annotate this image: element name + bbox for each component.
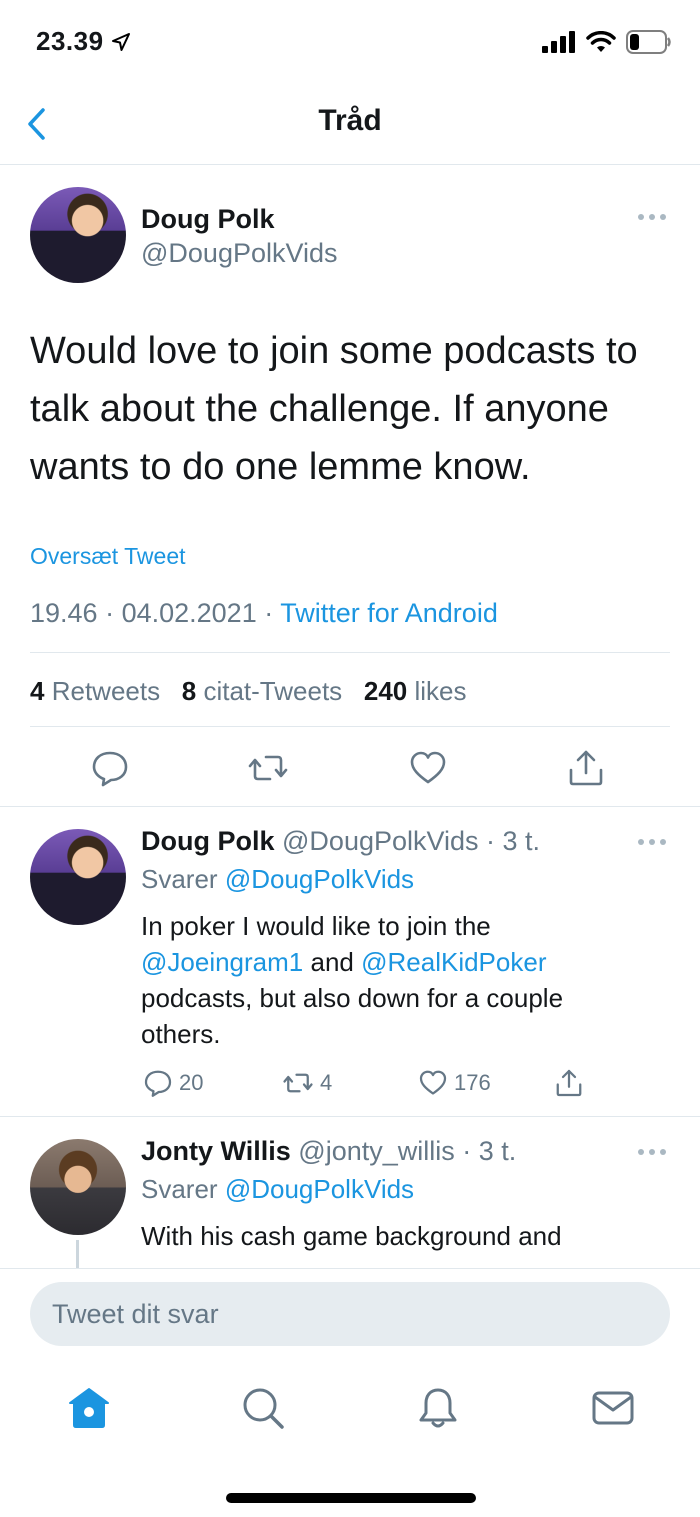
messages-icon[interactable] [590, 1385, 636, 1431]
home-indicator [226, 1493, 476, 1503]
search-icon[interactable] [240, 1385, 286, 1431]
tweet-text: Would love to join some podcasts to talk… [30, 330, 638, 488]
mention-link[interactable]: @Joeingram1 [141, 947, 303, 977]
status-indicators [542, 30, 672, 54]
location-arrow-icon [112, 33, 131, 51]
more-icon[interactable] [638, 839, 666, 847]
tweet-age: 3 t. [478, 1136, 517, 1166]
like-icon[interactable] [408, 748, 448, 788]
reply-header: Doug Polk @DougPolkVids · 3 t. [141, 826, 541, 856]
author-name[interactable]: Doug Polk [141, 826, 275, 856]
notifications-icon[interactable] [415, 1385, 461, 1431]
translate-link[interactable]: Oversæt Tweet [30, 543, 186, 570]
author-name[interactable]: Jonty Willis [141, 1136, 291, 1166]
thread-line [76, 1240, 79, 1270]
mention-link[interactable]: @RealKidPoker [361, 947, 546, 977]
more-icon[interactable] [638, 214, 666, 222]
retweets-stat[interactable]: 4 Retweets [30, 676, 160, 706]
author-handle[interactable]: @jonty_willis [298, 1136, 454, 1166]
retweet-icon[interactable] [248, 748, 288, 788]
reply-text: In poker I would like to join the @Joein… [141, 911, 564, 1049]
reply-count: 20 [179, 1070, 204, 1095]
like-icon[interactable] [418, 1068, 448, 1098]
battery-icon [626, 30, 671, 54]
tweet-source-link[interactable]: Twitter for Android [280, 598, 498, 628]
share-icon[interactable] [554, 1068, 584, 1098]
wifi-icon [586, 31, 616, 52]
home-icon[interactable] [66, 1385, 112, 1431]
author-name[interactable]: Doug Polk [141, 204, 275, 235]
like-count: 176 [454, 1070, 491, 1095]
tweet-stats: 4 Retweets 8 citat-Tweets 240 likes [30, 676, 467, 707]
reply-icon[interactable] [90, 748, 130, 788]
reply-text: With his cash game background and [141, 1221, 562, 1251]
divider [0, 806, 700, 807]
replying-to-link[interactable]: @DougPolkVids [225, 1174, 414, 1204]
more-icon[interactable] [638, 1149, 666, 1157]
divider [0, 164, 700, 165]
retweet-count: 4 [320, 1070, 333, 1095]
author-handle[interactable]: @DougPolkVids [141, 238, 338, 269]
quotes-stat[interactable]: 8 citat-Tweets [182, 676, 342, 706]
divider [30, 726, 670, 727]
replying-to-link[interactable]: @DougPolkVids [225, 864, 414, 894]
replying-to: Svarer @DougPolkVids [141, 864, 415, 894]
reply-header: Jonty Willis @jonty_willis · 3 t. [141, 1136, 517, 1166]
tweet-age: 3 t. [502, 826, 541, 856]
page-title: Tråd [318, 104, 382, 137]
replying-to: Svarer @DougPolkVids [141, 1174, 415, 1204]
avatar[interactable] [30, 1139, 126, 1235]
divider [30, 652, 670, 653]
signal-icon [542, 31, 575, 53]
avatar[interactable] [30, 187, 126, 283]
reply-action[interactable]: 20 [143, 1068, 203, 1098]
avatar[interactable] [30, 829, 126, 925]
reply-icon[interactable] [143, 1068, 173, 1098]
tweet-date: 04.02.2021 [121, 598, 257, 628]
share-icon[interactable] [566, 748, 606, 788]
tweet-meta: 19.46 · 04.02.2021 · Twitter for Android [30, 598, 498, 628]
like-action[interactable]: 176 [418, 1068, 491, 1098]
status-time: 23.39 [36, 26, 131, 57]
author-handle[interactable]: @DougPolkVids [282, 826, 479, 856]
likes-stat[interactable]: 240 likes [364, 676, 467, 706]
tweet-time: 19.46 [30, 598, 98, 628]
divider [0, 1116, 700, 1117]
reply-input-placeholder[interactable]: Tweet dit svar [52, 1299, 219, 1330]
retweet-action[interactable]: 4 [282, 1068, 332, 1098]
retweet-icon[interactable] [282, 1068, 314, 1098]
